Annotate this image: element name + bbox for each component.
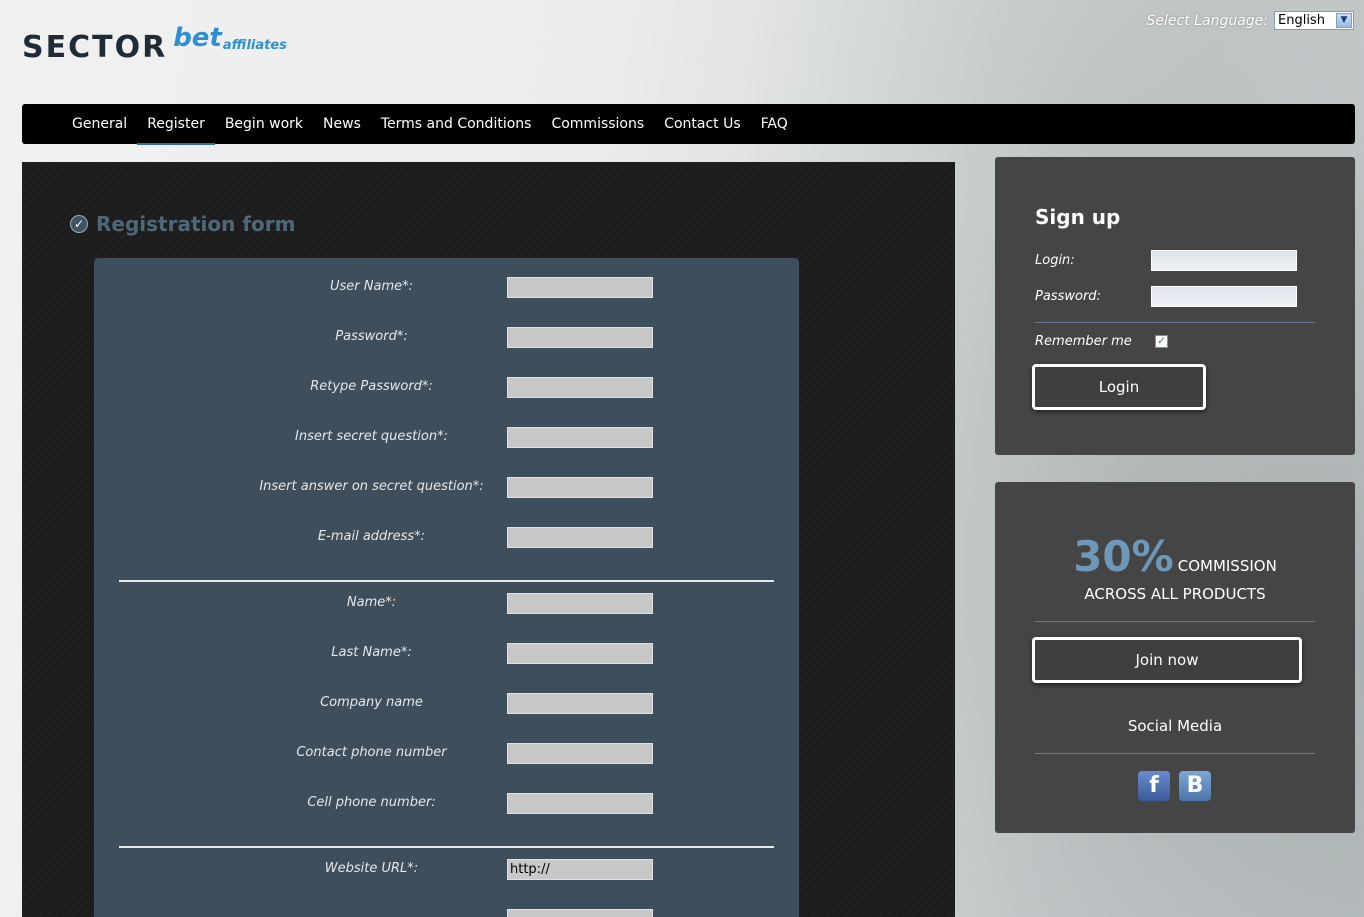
social-divider [1035, 753, 1315, 754]
last-name-input[interactable] [507, 643, 653, 664]
password-input[interactable] [507, 327, 653, 348]
field-label: Insert answer on secret question*: [259, 479, 484, 494]
login-button[interactable]: Login [1032, 364, 1206, 410]
form-row-password: Password*: [94, 325, 799, 349]
nav-item-contact[interactable]: Contact Us [654, 104, 750, 144]
check-circle-icon: ✓ [70, 215, 88, 233]
contact-phone-input[interactable] [507, 743, 653, 764]
form-divider [119, 580, 774, 582]
form-row-partial [94, 907, 799, 917]
form-row-cell-phone: Cell phone number: [94, 791, 799, 815]
email-input[interactable] [507, 527, 653, 548]
field-label: Password*: [335, 329, 408, 344]
field-label: User Name*: [330, 279, 413, 294]
website-url-input[interactable]: http:// [507, 859, 653, 880]
field-label: Company name [320, 695, 423, 710]
form-row-website: Website URL*: http:// [94, 857, 799, 881]
nav-item-terms[interactable]: Terms and Conditions [371, 104, 542, 144]
language-select[interactable]: English ▼ [1274, 11, 1354, 30]
nav-item-commissions[interactable]: Commissions [541, 104, 654, 144]
commission-headline: 30% COMMISSION [995, 532, 1355, 581]
login-label: Login: [1035, 253, 1075, 268]
nav-item-faq[interactable]: FAQ [751, 104, 798, 144]
remember-row: Remember me [1035, 331, 1315, 353]
social-icons: f B [1138, 771, 1211, 801]
form-row-retype-password: Retype Password*: [94, 375, 799, 399]
join-now-button[interactable]: Join now [1032, 637, 1302, 683]
promo-divider [1035, 621, 1315, 622]
nav-item-general[interactable]: General [62, 104, 137, 144]
field-label: Website URL*: [324, 861, 419, 876]
password-row: Password: [1035, 286, 1315, 308]
retype-password-input[interactable] [507, 377, 653, 398]
chevron-down-icon[interactable]: ▼ [1336, 13, 1352, 28]
form-row-name: Name*: [94, 591, 799, 615]
login-input[interactable] [1151, 250, 1297, 271]
secret-answer-input[interactable] [507, 477, 653, 498]
form-divider [119, 846, 774, 848]
signup-password-input[interactable] [1151, 286, 1297, 307]
registration-heading: ✓ Registration form [70, 212, 295, 236]
login-row: Login: [1035, 250, 1315, 272]
secret-question-input[interactable] [507, 427, 653, 448]
signup-title: Sign up [1035, 205, 1121, 229]
form-row-company: Company name [94, 691, 799, 715]
remember-me-checkbox[interactable]: ✓ [1155, 335, 1168, 348]
field-label: Cell phone number: [307, 795, 436, 810]
form-row-secret-question: Insert secret question*: [94, 425, 799, 449]
nav-item-begin-work[interactable]: Begin work [215, 104, 313, 144]
nav-item-register[interactable]: Register [137, 104, 215, 145]
logo-affiliates-text: affiliates [222, 38, 287, 53]
field-label: Insert secret question*: [295, 429, 448, 444]
nav-item-news[interactable]: News [313, 104, 371, 144]
site-logo[interactable]: SECTOR bet affiliates [22, 23, 287, 65]
field-label: Last Name*: [331, 645, 412, 660]
language-selector: Select Language: English ▼ [1147, 11, 1354, 30]
main-content: ✓ Registration form User Name*: Password… [22, 162, 955, 917]
logo-sector-text: SECTOR [22, 30, 168, 65]
cell-phone-input[interactable] [507, 793, 653, 814]
next-field-input[interactable] [507, 909, 653, 917]
form-row-username: User Name*: [94, 275, 799, 299]
field-label: Name*: [346, 595, 397, 610]
field-label: E-mail address*: [317, 529, 426, 544]
registration-form: User Name*: Password*: Retype Password*:… [94, 258, 799, 917]
language-selected-value: English [1278, 13, 1325, 28]
signup-box: Sign up Login: Password: Remember me ✓ L… [995, 157, 1355, 455]
facebook-icon[interactable]: f [1138, 771, 1170, 801]
name-input[interactable] [507, 593, 653, 614]
logo-bet-text: bet [173, 23, 222, 53]
password-label: Password: [1035, 289, 1101, 304]
username-input[interactable] [507, 277, 653, 298]
company-input[interactable] [507, 693, 653, 714]
vk-icon[interactable]: B [1179, 771, 1211, 801]
form-row-contact-phone: Contact phone number [94, 741, 799, 765]
remember-label: Remember me [1035, 334, 1132, 349]
field-label: Retype Password*: [310, 379, 433, 394]
form-row-email: E-mail address*: [94, 525, 799, 549]
main-nav: General Register Begin work News Terms a… [22, 104, 1355, 145]
commission-label: COMMISSION [1177, 557, 1277, 575]
commission-percent: 30% [1073, 532, 1174, 581]
signup-divider [1035, 322, 1315, 323]
field-label: Contact phone number [296, 745, 447, 760]
language-label: Select Language: [1146, 12, 1268, 29]
promo-box: 30% COMMISSION ACROSS ALL PRODUCTS Join n… [995, 482, 1355, 833]
commission-subtitle: ACROSS ALL PRODUCTS [1084, 585, 1266, 603]
social-media-title: Social Media [1127, 717, 1223, 735]
form-row-last-name: Last Name*: [94, 641, 799, 665]
page-title: Registration form [96, 212, 296, 236]
form-row-secret-answer: Insert answer on secret question*: [94, 475, 799, 499]
